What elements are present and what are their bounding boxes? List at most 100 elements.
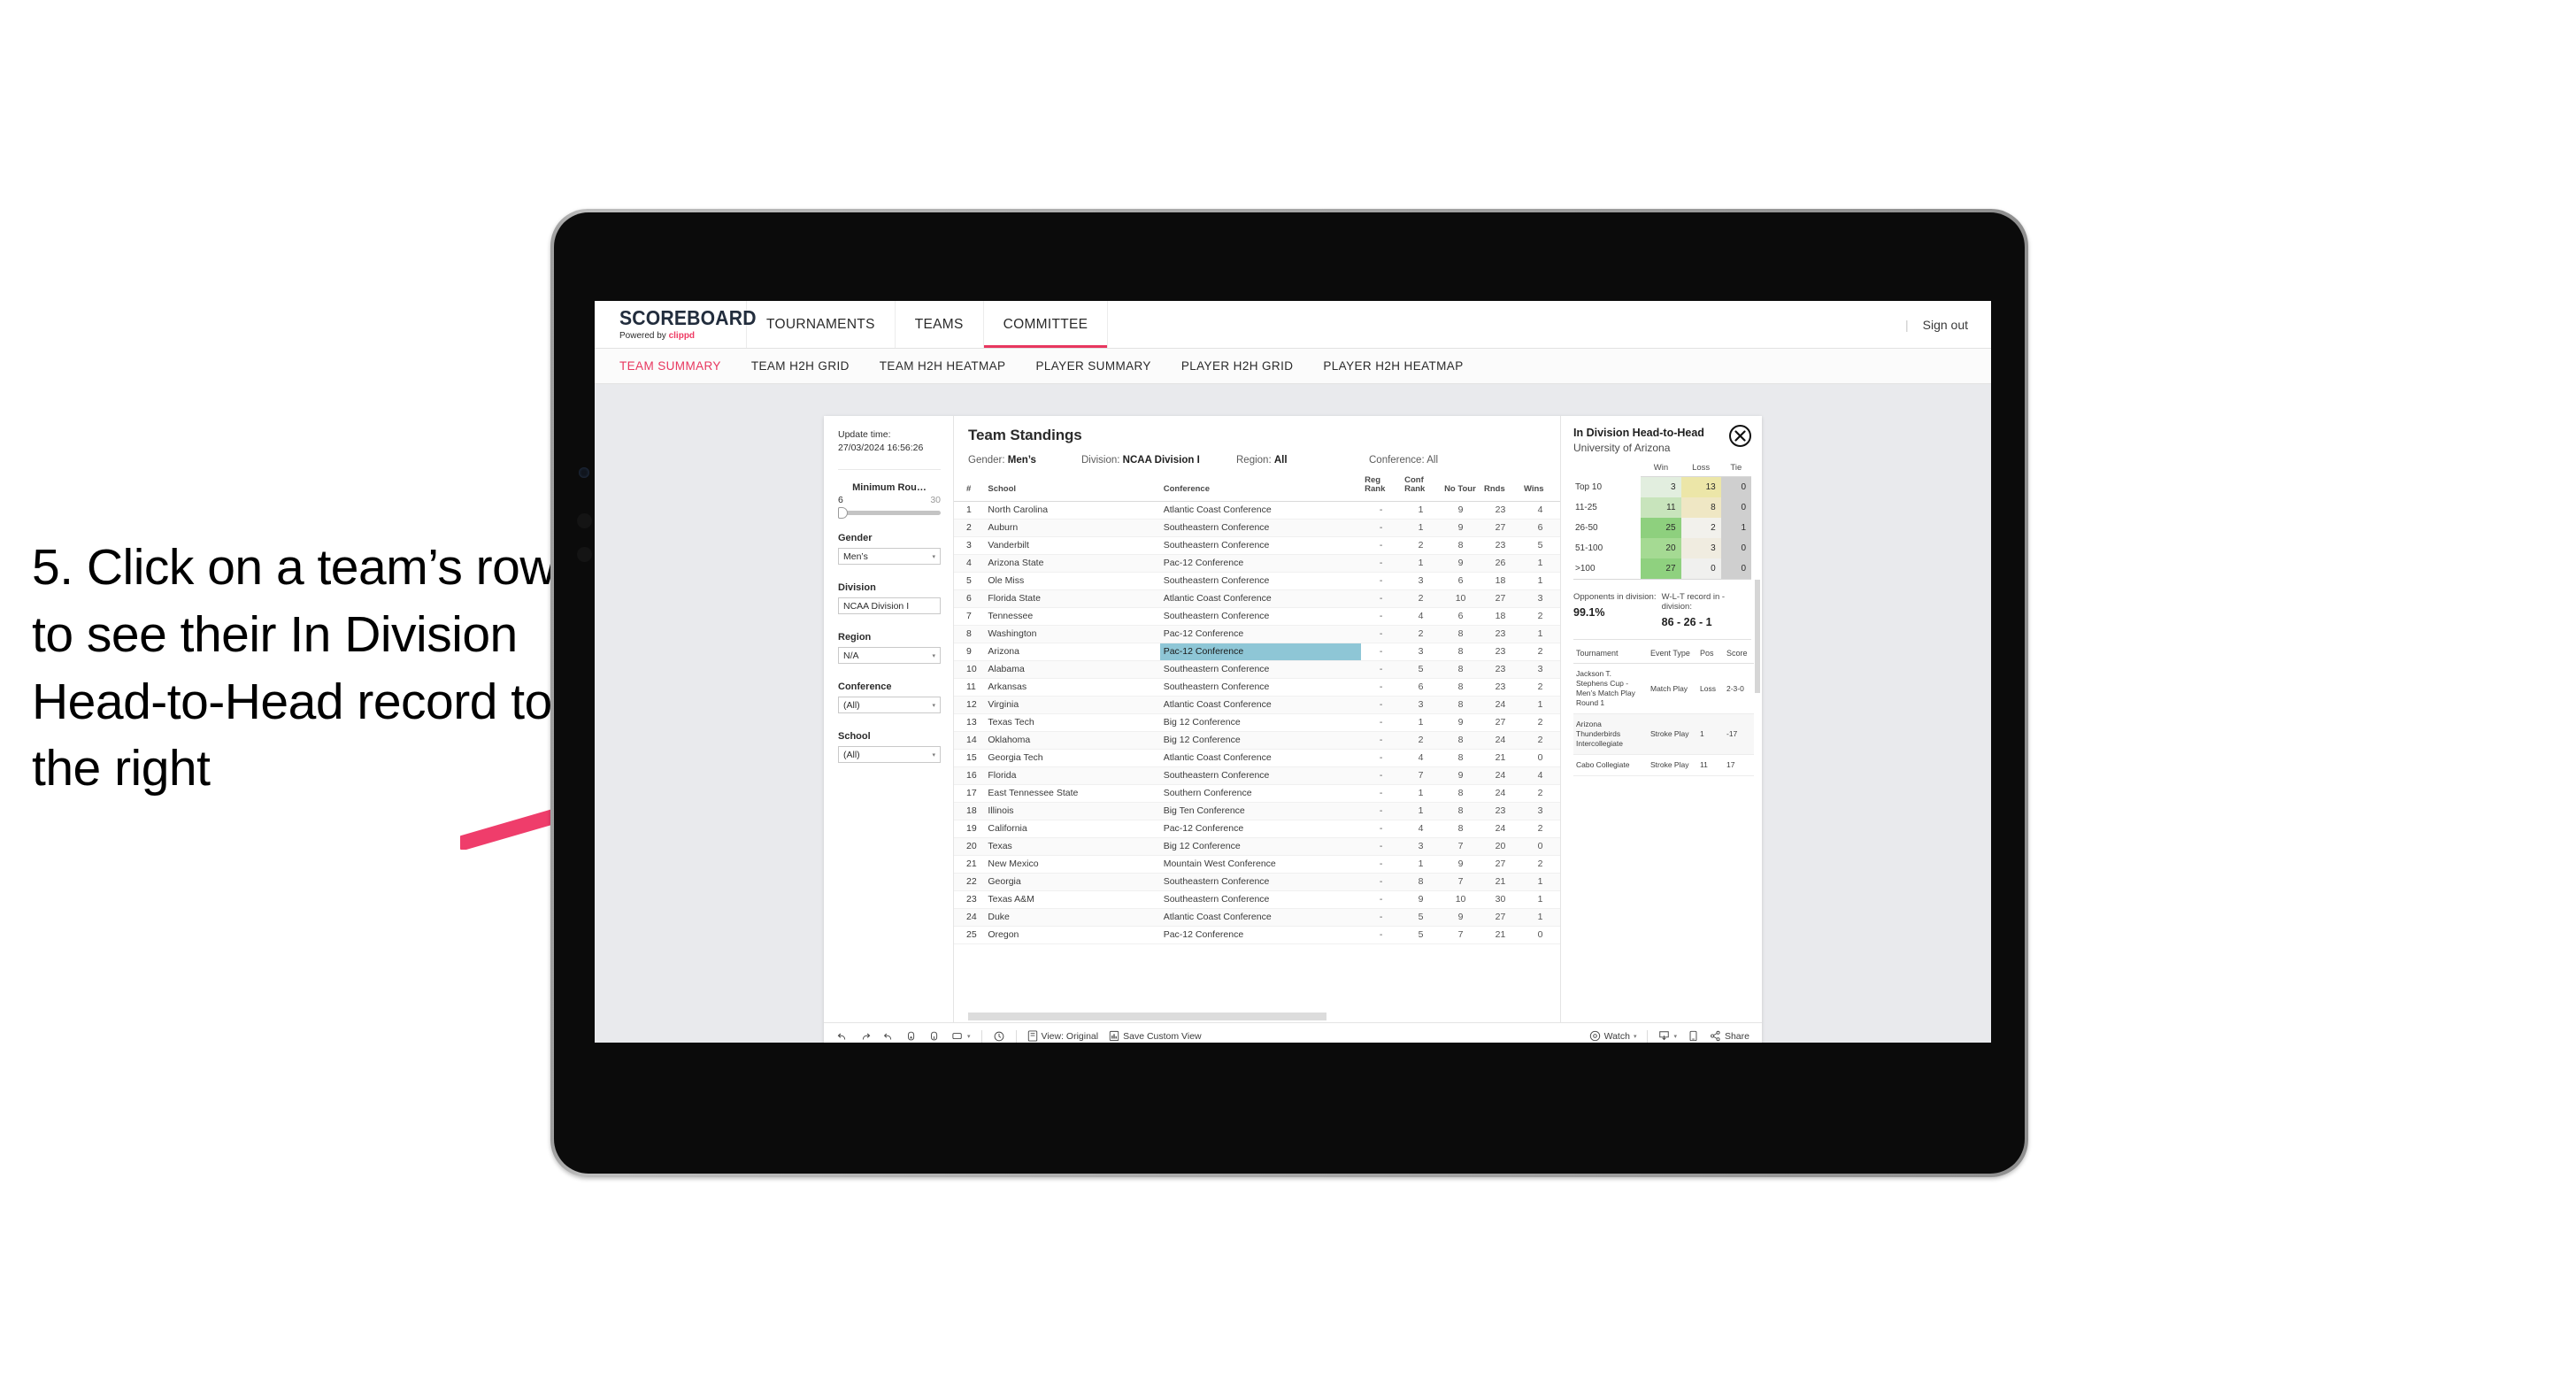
table-row[interactable]: 12 Virginia Atlantic Coast Conference -3 8 24… [954, 696, 1560, 714]
app-logo[interactable]: SCOREBOARD Powered by clippd [595, 301, 756, 348]
col-no-tour[interactable]: No Tour [1441, 474, 1481, 502]
table-row[interactable]: 16 Florida Southeastern Conference -7 9 24 4 [954, 766, 1560, 785]
filter-conference-select[interactable]: (All) ▾ [838, 697, 941, 714]
watch-button[interactable]: Watch ▾ [1589, 1030, 1636, 1042]
minimum-rounds-label: Minimum Rou… [852, 482, 927, 494]
table-row[interactable]: 9 Arizona Pac-12 Conference -3 8 23 2 [954, 643, 1560, 661]
cell-reg-rank: - [1361, 572, 1402, 590]
undo-icon[interactable] [836, 1030, 849, 1043]
table-row[interactable]: 20 Texas Big 12 Conference -3 7 20 0 [954, 837, 1560, 856]
table-row[interactable]: 19 California Pac-12 Conference -4 8 24 2 [954, 820, 1560, 838]
col-reg-rank[interactable]: Reg Rank [1361, 474, 1402, 502]
subnav-team-h2h-heatmap[interactable]: TEAM H2H HEATMAP [880, 359, 1006, 373]
cell-school: East Tennessee State [984, 784, 1160, 803]
cell-rnds: 27 [1480, 713, 1520, 732]
table-row[interactable]: 17 East Tennessee State Southern Conferenc… [954, 784, 1560, 803]
highlight-icon[interactable] [993, 1030, 1005, 1043]
nav-tab-tournaments[interactable]: TOURNAMENTS [747, 301, 896, 348]
horizontal-scrollbar-track[interactable] [954, 1010, 1560, 1022]
col-school[interactable]: School [984, 474, 1160, 502]
table-row[interactable]: 10 Alabama Southeastern Conference -5 8 23 3 [954, 660, 1560, 679]
table-row[interactable]: 3 Vanderbilt Southeastern Conference -2 8 23 5 [954, 536, 1560, 555]
download-button[interactable]: ▾ [1658, 1030, 1677, 1042]
filter-conference-value: (All) [843, 699, 860, 711]
cell-no-tour: 8 [1441, 731, 1481, 750]
vertical-scrollbar-thumb[interactable] [1755, 580, 1760, 693]
tcol-score: Score [1724, 643, 1754, 664]
pause-data-icon[interactable] [928, 1030, 941, 1043]
table-row[interactable]: 11 Arkansas Southeastern Conference -6 8 23 2 [954, 678, 1560, 697]
subnav-player-h2h-grid[interactable]: PLAYER H2H GRID [1181, 359, 1294, 373]
h2h-cell-tie: 0 [1720, 497, 1751, 518]
table-row[interactable]: 22 Georgia Southeastern Conference -8 7 21 1 [954, 873, 1560, 891]
tablet-bezel: SCOREBOARD Powered by clippd TOURNAMENTS… [554, 212, 2025, 1174]
refresh-data-icon[interactable] [905, 1030, 918, 1043]
subnav-player-summary[interactable]: PLAYER SUMMARY [1035, 359, 1150, 373]
horizontal-scrollbar-thumb[interactable] [968, 1013, 1326, 1020]
save-custom-view-button[interactable]: Save Custom View [1109, 1030, 1202, 1042]
table-row[interactable]: 13 Texas Tech Big 12 Conference -1 9 27 2 [954, 713, 1560, 732]
screenshot-root: 5. Click on a team’s row to see their In… [0, 0, 2576, 1386]
device-preview-icon[interactable] [1688, 1030, 1699, 1042]
table-row[interactable]: 5 Ole Miss Southeastern Conference -3 6 18 1 [954, 572, 1560, 590]
slider-handle[interactable] [838, 507, 848, 520]
view-original-button[interactable]: View: Original [1027, 1030, 1098, 1042]
table-row[interactable]: 18 Illinois Big Ten Conference -1 8 23 3 [954, 802, 1560, 820]
tournament-row[interactable]: Arizona Thunderbirds Intercollegiate Stro… [1573, 713, 1754, 756]
filter-minimum-rounds: Minimum Rou… 6 30 [838, 482, 941, 520]
table-row[interactable]: 23 Texas A&M Southeastern Conference -9 10 30… [954, 890, 1560, 909]
cell-school: Texas Tech [984, 713, 1160, 732]
signout-link[interactable]: Sign out [1923, 318, 1968, 332]
nav-tab-committee[interactable]: COMMITTEE [983, 301, 1109, 348]
cell-conf-rank: 3 [1401, 696, 1442, 714]
h2h-header-row: Win Loss Tie [1573, 463, 1751, 477]
standings-panel: Team Standings Gender: Men’s Division: N… [954, 416, 1561, 1022]
tournament-row[interactable]: Jackson T. Stephens Cup - Men’s Match Pl… [1573, 663, 1754, 715]
filter-gender-select[interactable]: Men’s ▾ [838, 548, 941, 566]
col-wins[interactable]: Wins [1519, 474, 1560, 502]
cell-wins: 0 [1519, 749, 1560, 767]
standings-scroll-area[interactable]: # School Conference Reg Rank Conf Rank N… [954, 474, 1560, 1010]
cell-rnds: 26 [1480, 554, 1520, 573]
standings-meta: Gender: Men’s Division: NCAA Division I … [968, 455, 1560, 466]
table-row[interactable]: 4 Arizona State Pac-12 Conference -1 9 26 1 [954, 554, 1560, 573]
h2h-row: 51-100 20 3 0 [1573, 538, 1751, 558]
fit-dropdown[interactable]: ▾ [951, 1031, 971, 1042]
h2h-cell-loss: 8 [1680, 497, 1721, 518]
slider-track[interactable] [838, 507, 941, 520]
filter-school-select[interactable]: (All) ▾ [838, 746, 941, 764]
table-row[interactable]: 21 New Mexico Mountain West Conference -1 9 2… [954, 855, 1560, 874]
logo-brand: clippd [668, 331, 696, 341]
subnav-team-h2h-grid[interactable]: TEAM H2H GRID [751, 359, 850, 373]
cell-rank: 7 [954, 607, 985, 626]
table-row[interactable]: 15 Georgia Tech Atlantic Coast Conference -… [954, 749, 1560, 767]
col-rnds[interactable]: Rnds [1480, 474, 1520, 502]
table-row[interactable]: 14 Oklahoma Big 12 Conference -2 8 24 2 [954, 731, 1560, 750]
cell-school: Alabama [984, 660, 1160, 679]
col-rank[interactable]: # [954, 474, 985, 502]
tournament-row[interactable]: Cabo Collegiate Stroke Play 11 17 [1573, 754, 1754, 777]
revert-icon[interactable] [882, 1030, 895, 1043]
table-row[interactable]: 1 North Carolina Atlantic Coast Conference… [954, 501, 1560, 520]
table-row[interactable]: 25 Oregon Pac-12 Conference -5 7 21 0 [954, 926, 1560, 944]
table-row[interactable]: 2 Auburn Southeastern Conference -1 9 27 6 [954, 519, 1560, 537]
nav-tab-teams[interactable]: TEAMS [896, 301, 984, 348]
share-button[interactable]: Share [1710, 1030, 1749, 1042]
cell-rank: 22 [954, 873, 985, 891]
col-conf-rank[interactable]: Conf Rank [1401, 474, 1442, 502]
cell-school: Oregon [984, 926, 1160, 944]
subnav-player-h2h-heatmap[interactable]: PLAYER H2H HEATMAP [1323, 359, 1463, 373]
filter-region-select[interactable]: N/A ▾ [838, 647, 941, 665]
table-row[interactable]: 24 Duke Atlantic Coast Conference -5 9 27 1 [954, 908, 1560, 927]
subnav-team-summary[interactable]: TEAM SUMMARY [619, 359, 721, 373]
cell-no-tour: 6 [1441, 607, 1481, 626]
cell-conference: Southeastern Conference [1159, 890, 1362, 909]
close-icon[interactable] [1729, 425, 1751, 447]
col-conference[interactable]: Conference [1159, 474, 1362, 502]
cell-no-tour: 7 [1441, 873, 1481, 891]
table-row[interactable]: 7 Tennessee Southeastern Conference -4 6 18 2 [954, 607, 1560, 626]
table-row[interactable]: 8 Washington Pac-12 Conference -2 8 23 1 [954, 625, 1560, 643]
table-row[interactable]: 6 Florida State Atlantic Coast Conference -… [954, 589, 1560, 608]
redo-icon[interactable] [859, 1030, 872, 1043]
filter-division-select[interactable]: NCAA Division I [838, 597, 941, 615]
